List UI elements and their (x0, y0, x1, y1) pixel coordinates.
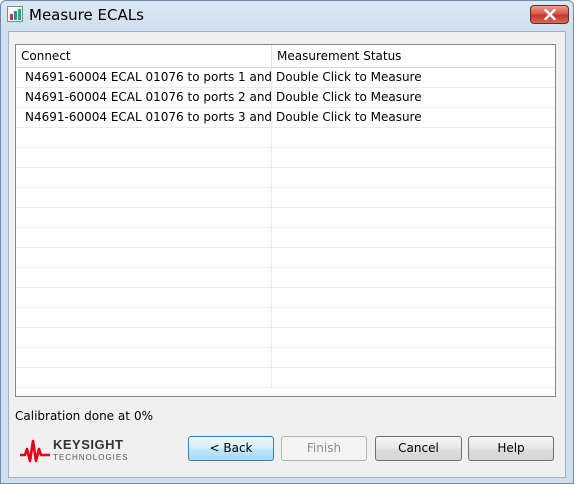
logo-name: KEYSIGHT (53, 437, 124, 452)
empty-table-row[interactable] (16, 308, 555, 328)
measurement-status-cell[interactable]: Double Click to Measure (272, 108, 555, 127)
connect-cell[interactable] (16, 368, 272, 387)
empty-table-row[interactable] (16, 148, 555, 168)
empty-table-row[interactable] (16, 288, 555, 308)
measurement-status-cell[interactable] (272, 288, 555, 307)
empty-table-row[interactable] (16, 208, 555, 228)
measurement-status-cell[interactable] (272, 328, 555, 347)
measurement-status-cell[interactable]: Double Click to Measure (272, 68, 555, 87)
measurement-status-cell[interactable] (272, 168, 555, 187)
empty-table-row[interactable] (16, 328, 555, 348)
connect-cell[interactable] (16, 328, 272, 347)
close-button[interactable] (530, 5, 569, 24)
empty-table-row[interactable] (16, 188, 555, 208)
title-bar[interactable]: Measure ECALs (1, 1, 573, 31)
table-row[interactable]: N4691-60004 ECAL 01076 to ports 3 and 4D… (16, 108, 555, 128)
connect-cell[interactable] (16, 308, 272, 327)
empty-table-row[interactable] (16, 348, 555, 368)
dialog-body: Connect Measurement Status N4691-60004 E… (8, 31, 566, 478)
connect-cell[interactable] (16, 288, 272, 307)
connect-cell[interactable]: N4691-60004 ECAL 01076 to ports 3 and 4 (16, 108, 272, 127)
ecal-grid[interactable]: Connect Measurement Status N4691-60004 E… (15, 44, 556, 397)
logo-subtitle: TECHNOLOGIES (53, 453, 129, 462)
connect-cell[interactable] (16, 148, 272, 167)
connect-cell[interactable] (16, 168, 272, 187)
measurement-status-cell[interactable] (272, 248, 555, 267)
calibration-label: Calibration done at (15, 409, 130, 423)
measurement-status-cell[interactable] (272, 208, 555, 227)
connect-cell[interactable] (16, 128, 272, 147)
keysight-logo: KEYSIGHT TECHNOLOGIES (19, 437, 129, 467)
empty-table-row[interactable] (16, 128, 555, 148)
cancel-button[interactable]: Cancel (375, 436, 462, 461)
connect-cell[interactable] (16, 208, 272, 227)
empty-table-row[interactable] (16, 228, 555, 248)
close-icon (544, 9, 556, 20)
calibration-value: 0% (134, 409, 154, 423)
measure-ecals-window: Measure ECALs Connect Measurement Status… (0, 0, 574, 484)
window-title: Measure ECALs (29, 6, 144, 24)
measurement-status-cell[interactable] (272, 348, 555, 367)
measurement-status-cell[interactable] (272, 188, 555, 207)
measurement-status-cell[interactable] (272, 228, 555, 247)
measurement-status-cell[interactable] (272, 368, 555, 387)
chart-app-icon[interactable] (7, 6, 23, 22)
table-row[interactable]: N4691-60004 ECAL 01076 to ports 1 and 2D… (16, 68, 555, 88)
column-header-measurement-status[interactable]: Measurement Status (272, 45, 555, 67)
finish-button[interactable]: Finish (281, 436, 367, 461)
measurement-status-cell[interactable] (272, 148, 555, 167)
grid-header: Connect Measurement Status (16, 45, 555, 68)
keysight-wave-icon (20, 439, 50, 463)
connect-cell[interactable] (16, 268, 272, 287)
empty-table-row[interactable] (16, 248, 555, 268)
table-row[interactable]: N4691-60004 ECAL 01076 to ports 2 and 3D… (16, 88, 555, 108)
back-button[interactable]: < Back (188, 436, 274, 461)
connect-cell[interactable]: N4691-60004 ECAL 01076 to ports 1 and 2 (16, 68, 272, 87)
connect-cell[interactable] (16, 348, 272, 367)
connect-cell[interactable] (16, 228, 272, 247)
measurement-status-cell[interactable] (272, 268, 555, 287)
measurement-status-cell[interactable] (272, 308, 555, 327)
empty-table-row[interactable] (16, 168, 555, 188)
connect-cell[interactable] (16, 248, 272, 267)
column-header-connect[interactable]: Connect (16, 45, 272, 67)
empty-table-row[interactable] (16, 368, 555, 388)
connect-cell[interactable] (16, 188, 272, 207)
empty-table-row[interactable] (16, 268, 555, 288)
measurement-status-cell[interactable] (272, 128, 555, 147)
connect-cell[interactable]: N4691-60004 ECAL 01076 to ports 2 and 3 (16, 88, 272, 107)
help-button[interactable]: Help (468, 436, 554, 461)
measurement-status-cell[interactable]: Double Click to Measure (272, 88, 555, 107)
